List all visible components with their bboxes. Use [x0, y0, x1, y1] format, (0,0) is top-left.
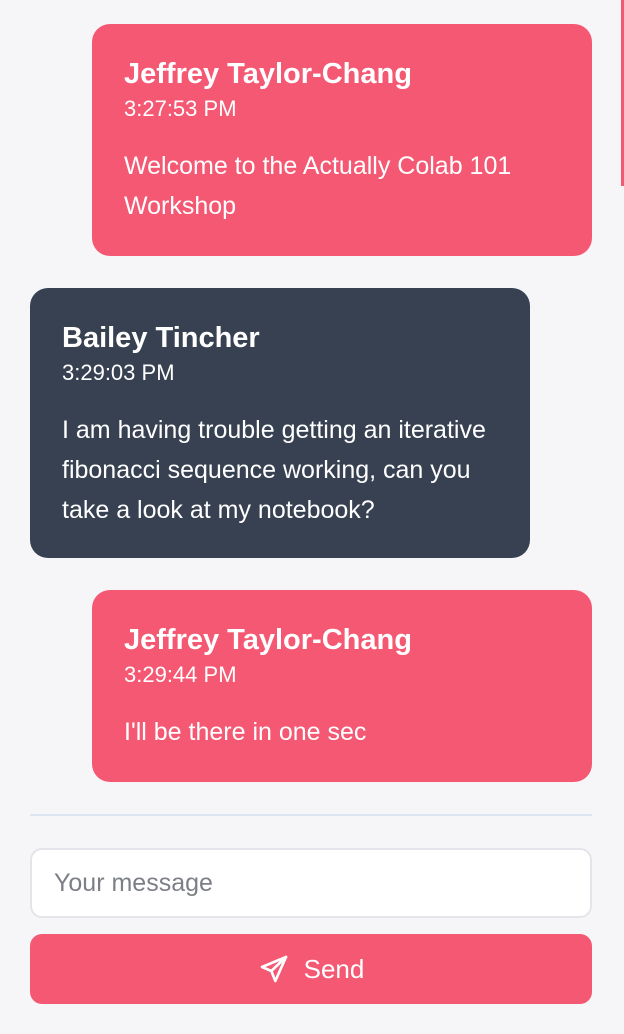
composer-divider [30, 814, 592, 816]
message-author: Jeffrey Taylor-Chang [124, 58, 412, 90]
message-author: Jeffrey Taylor-Chang [124, 624, 412, 656]
paper-plane-icon [258, 953, 290, 985]
message-input-container[interactable] [30, 848, 592, 918]
message-text: I'll be there in one sec [124, 718, 367, 746]
send-button[interactable]: Send [30, 934, 592, 1004]
message-bubble: Jeffrey Taylor-Chang 3:27:53 PM Welcome … [92, 24, 592, 256]
message-bubble: Jeffrey Taylor-Chang 3:29:44 PM I'll be … [92, 590, 592, 782]
message-timestamp: 3:27:53 PM [124, 96, 237, 121]
message-input[interactable] [32, 850, 590, 916]
message-timestamp: 3:29:03 PM [62, 360, 175, 385]
message-text: Welcome to the Actually Colab 101 Worksh… [124, 152, 512, 220]
message-author: Bailey Tincher [62, 322, 260, 354]
message-timestamp: 3:29:44 PM [124, 662, 237, 687]
message-bubble: Bailey Tincher 3:29:03 PM I am having tr… [30, 288, 530, 558]
message-text: I am having trouble getting an iterative… [62, 416, 486, 524]
send-button-label: Send [303, 954, 365, 984]
